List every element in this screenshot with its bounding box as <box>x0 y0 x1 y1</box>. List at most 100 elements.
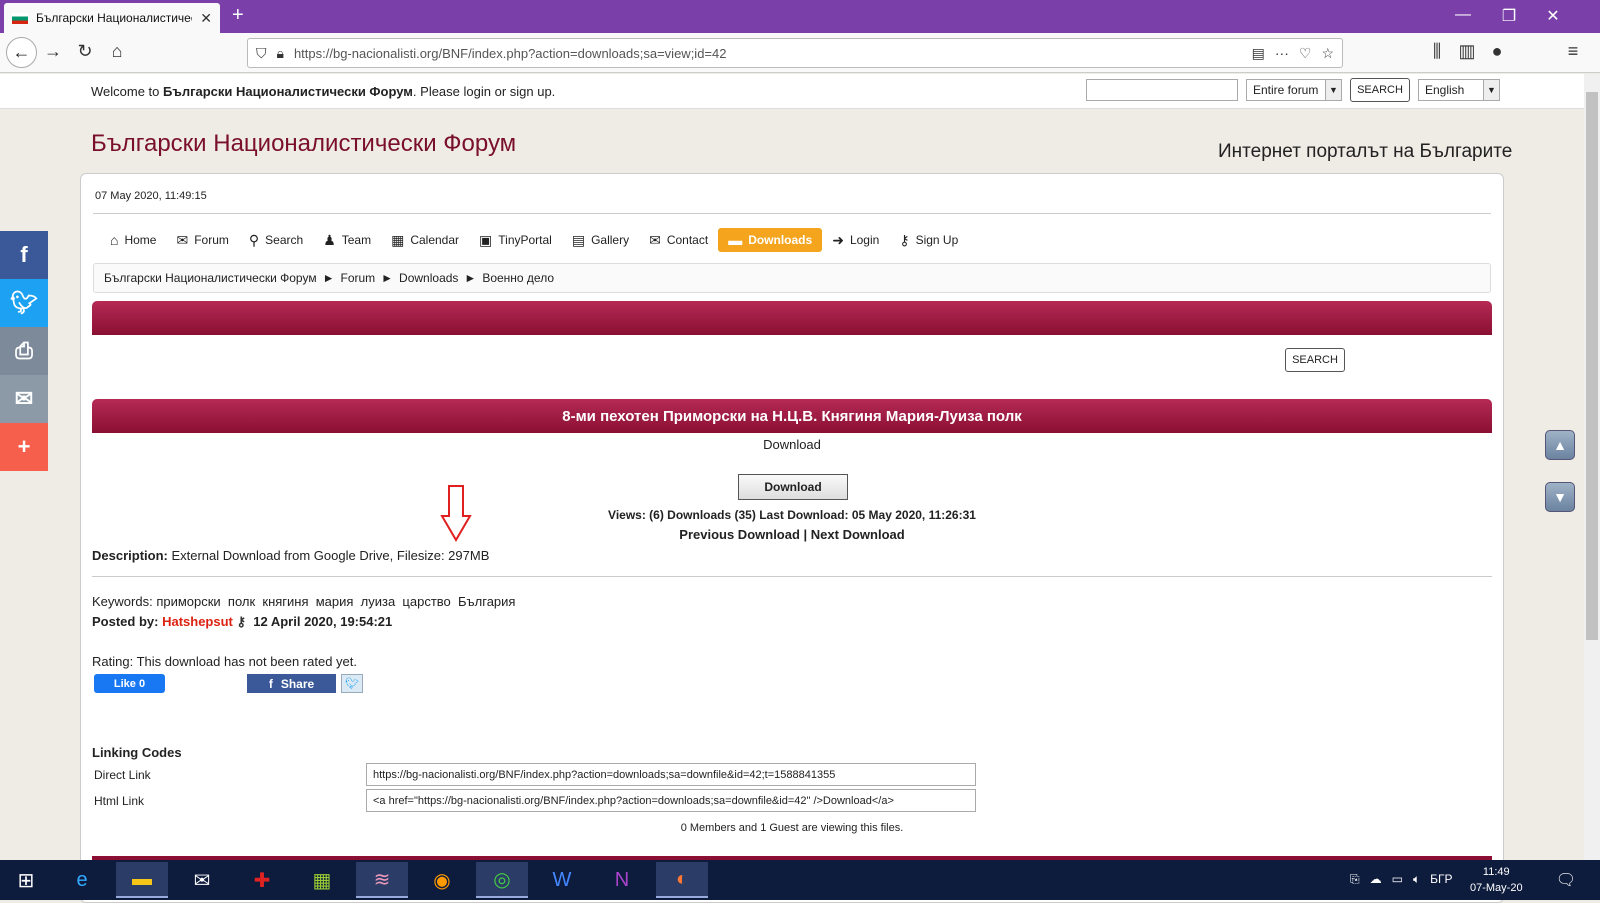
main-menu: ⌂ Home ✉ Forum ⚲ Search ♟ Team ▦ Calendar ▣ Ti… <box>100 228 968 252</box>
reload-icon[interactable]: ↻ <box>72 41 98 62</box>
onenote-icon[interactable]: N <box>596 862 648 898</box>
posted-date: 12 April 2020, 19:54:21 <box>253 614 393 629</box>
menu-calendar[interactable]: ▦ Calendar <box>381 228 469 252</box>
breadcrumb-item[interactable]: Downloads <box>399 271 458 285</box>
bookmark-star-icon[interactable]: ☆ <box>1321 45 1334 62</box>
downloads-search-button[interactable]: SEARCH <box>1285 348 1345 372</box>
close-tab-icon[interactable]: ✕ <box>200 10 212 27</box>
facebook-like-button[interactable]: Like 0 <box>94 674 165 693</box>
quick-search-input[interactable] <box>1086 79 1238 101</box>
back-icon[interactable]: ← <box>6 37 37 68</box>
menu-contact[interactable]: ✉ Contact <box>639 228 718 252</box>
favicon-flag-icon <box>12 12 28 24</box>
menu-label: Gallery <box>591 233 630 247</box>
firefox-icon[interactable]: ◐ <box>656 862 708 898</box>
twitter-share-icon[interactable]: 🐦︎ <box>341 674 363 693</box>
menu-downloads[interactable]: ▬ Downloads <box>718 228 823 252</box>
library-icon[interactable]: ⫼ <box>1424 41 1450 62</box>
scroll-down-icon[interactable]: ▼ <box>1545 482 1575 512</box>
scroll-up-icon[interactable]: ▲ <box>1545 430 1575 460</box>
download-button[interactable]: Download <box>738 474 848 500</box>
home-icon: ⌂ <box>110 232 119 248</box>
facebook-share-icon[interactable]: f <box>0 231 48 279</box>
menu-home[interactable]: ⌂ Home <box>100 228 166 252</box>
mail-icon[interactable]: ✉ <box>176 862 228 898</box>
url-text[interactable]: https://bg-nacionalisti.org/BNF/index.ph… <box>294 46 1242 61</box>
email-icon[interactable]: ✉ <box>0 375 48 423</box>
share-label: Share <box>280 676 315 691</box>
volume-icon[interactable]: 🔈︎ <box>1413 872 1420 887</box>
new-tab-icon[interactable]: + <box>232 4 244 27</box>
quick-search-button[interactable]: SEARCH <box>1350 78 1410 102</box>
posted-user-link[interactable]: Hatshepsut <box>162 614 233 629</box>
file-explorer-icon[interactable]: ▬ <box>116 862 168 898</box>
forward-icon[interactable]: → <box>40 41 66 62</box>
search-scope-select[interactable]: Entire forum ▼ <box>1246 79 1342 101</box>
edge-icon[interactable]: e <box>56 862 108 898</box>
attachment-icon[interactable]: ⎘ <box>1350 872 1360 887</box>
windows-start-icon[interactable]: ⊞ <box>0 862 52 898</box>
language-select[interactable]: English ▼ <box>1418 79 1500 101</box>
lock-icon[interactable]: 🔒︎ <box>277 45 284 62</box>
reader-view-icon[interactable]: ▤ <box>1252 45 1265 62</box>
facebook-share-button[interactable]: f Share <box>247 674 336 693</box>
breadcrumb-item[interactable]: Български Националистически Форум <box>104 271 317 285</box>
category-header-bar <box>92 301 1492 335</box>
download-label: Download <box>763 437 821 452</box>
menu-team[interactable]: ♟ Team <box>313 228 381 252</box>
key-icon: ⚷ <box>899 231 910 248</box>
notifications-icon[interactable]: 🗨︎ <box>1540 862 1592 898</box>
hamburger-menu-icon[interactable]: ≡ <box>1560 41 1586 62</box>
menu-gallery[interactable]: ▤ Gallery <box>562 228 639 252</box>
print-icon[interactable]: ⎙ <box>0 327 48 375</box>
menu-tinyportal[interactable]: ▣ TinyPortal <box>469 228 562 252</box>
word-icon[interactable]: W <box>536 862 588 898</box>
site-title[interactable]: Български Националистически Форум <box>91 130 516 158</box>
browser-tab[interactable]: Български Националистически Форум ✕ <box>4 3 220 33</box>
download-title-bar: 8-ми пехотен Приморски на Н.Ц.В. Княгиня… <box>92 399 1492 433</box>
previous-download-link[interactable]: Previous Download <box>679 527 800 542</box>
network-icon[interactable]: ▭ <box>1392 872 1403 887</box>
chart-app-icon[interactable]: ▦ <box>296 862 348 898</box>
restore-icon[interactable]: ❐ <box>1486 6 1532 26</box>
stacked-app-icon[interactable]: ≋ <box>356 862 408 898</box>
system-clock[interactable]: 11:49 07-May-20 <box>1470 864 1523 896</box>
direct-link-field[interactable]: https://bg-nacionalisti.org/BNF/index.ph… <box>366 763 976 786</box>
menu-search[interactable]: ⚲ Search <box>239 228 313 252</box>
menu-label: Home <box>124 233 157 247</box>
close-window-icon[interactable]: ✕ <box>1530 6 1576 26</box>
keywords-list[interactable]: приморски полк княгиня мария луиза царст… <box>156 594 515 609</box>
clock-time: 11:49 <box>1482 866 1510 878</box>
menu-login[interactable]: ➜ Login <box>822 228 889 252</box>
more-share-icon[interactable]: + <box>0 423 48 471</box>
menu-label: Calendar <box>410 233 460 247</box>
search-scope-value: Entire forum <box>1253 83 1319 97</box>
twitter-icon[interactable]: 🐦︎ <box>0 279 48 327</box>
menu-forum[interactable]: ✉ Forum <box>166 228 238 252</box>
more-actions-icon[interactable]: ··· <box>1275 45 1289 61</box>
chrome-icon[interactable]: ◎ <box>476 862 528 898</box>
next-download-link[interactable]: Next Download <box>811 527 905 542</box>
shield-icon[interactable]: ⛉ <box>256 45 267 62</box>
uk-flag-icon[interactable]: ✚ <box>236 862 288 898</box>
url-bar[interactable]: ⛉ 🔒︎ https://bg-nacionalisti.org/BNF/ind… <box>247 38 1343 68</box>
breadcrumb-separator: ► <box>464 271 477 285</box>
login-icon: ➜ <box>832 231 844 248</box>
sidebar-icon[interactable]: ▥ <box>1454 41 1480 62</box>
forum-icon: ✉ <box>176 231 189 248</box>
minimize-icon[interactable]: — <box>1440 6 1486 24</box>
breadcrumb-item[interactable]: Forum <box>340 271 375 285</box>
envelope-icon: ✉ <box>649 231 661 248</box>
cloud-icon[interactable]: ☁ <box>1370 872 1382 887</box>
menu-signup[interactable]: ⚷ Sign Up <box>889 228 968 252</box>
scrollbar-thumb[interactable] <box>1586 92 1598 640</box>
breadcrumb-item[interactable]: Военно дело <box>482 271 554 285</box>
home-icon[interactable]: ⌂ <box>104 41 130 62</box>
eye-app-icon[interactable]: ◉ <box>416 862 468 898</box>
input-language[interactable]: БГР <box>1430 872 1452 887</box>
html-link-field[interactable]: <a href="https://bg-nacionalisti.org/BNF… <box>366 789 976 812</box>
welcome-text: Welcome to Български Националистически Ф… <box>91 84 555 99</box>
account-icon[interactable]: ● <box>1484 41 1510 62</box>
red-arrow-down-icon <box>440 485 472 542</box>
pocket-icon[interactable]: ♡ <box>1299 45 1312 62</box>
